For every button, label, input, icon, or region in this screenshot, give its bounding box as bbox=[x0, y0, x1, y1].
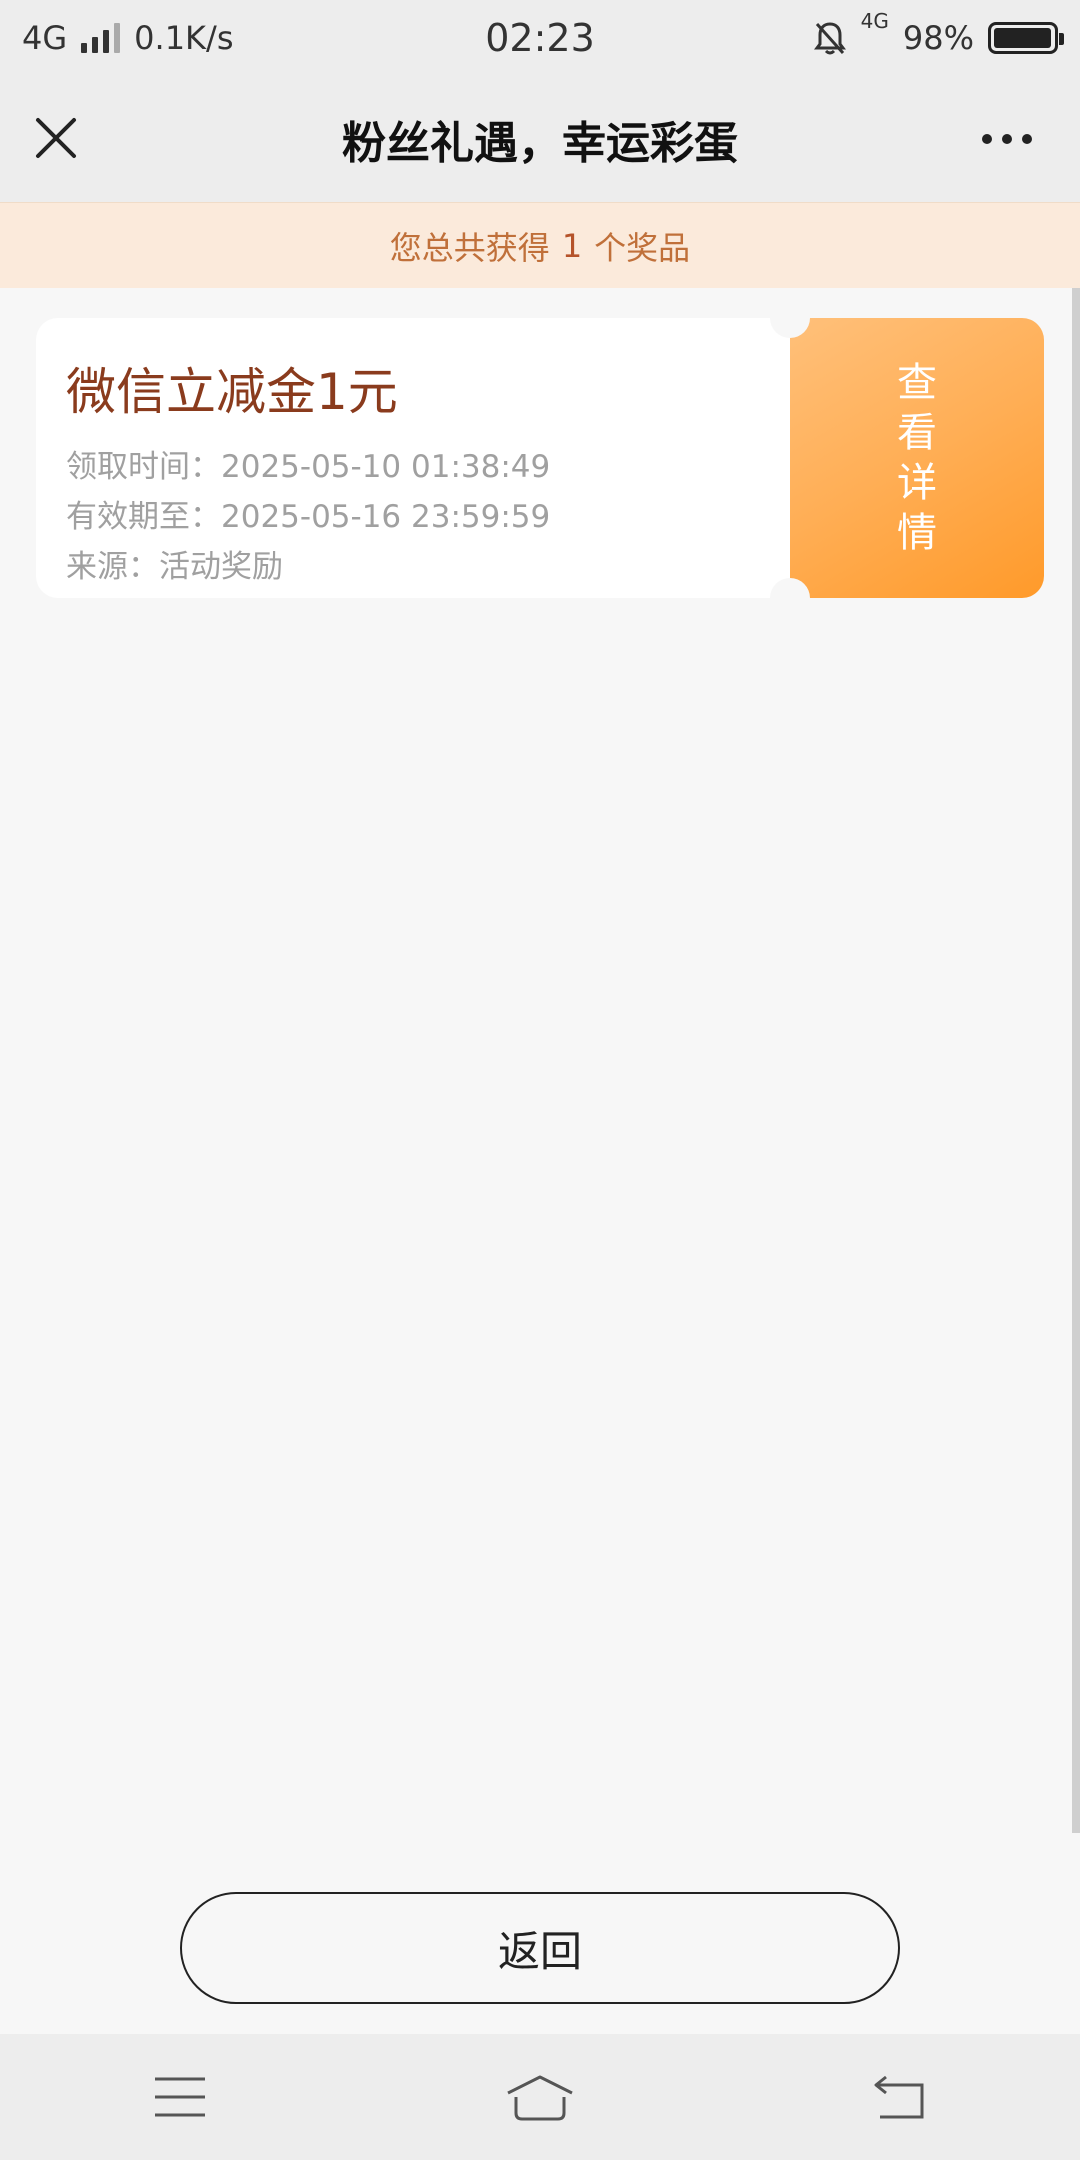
prize-count: 1 bbox=[561, 226, 583, 265]
more-icon[interactable] bbox=[982, 134, 1032, 144]
banner-prefix: 您总共获得 bbox=[389, 228, 550, 267]
close-icon[interactable] bbox=[30, 112, 82, 164]
nav-bar: 粉丝礼遇，幸运彩蛋 bbox=[0, 76, 1080, 202]
coupon-notch-bottom bbox=[770, 578, 810, 618]
view-details-label: 查看详情 bbox=[897, 360, 937, 556]
coupon-card: 微信立减金1元 领取时间：2025-05-10 01:38:49 有效期至：20… bbox=[36, 298, 1044, 618]
battery-icon bbox=[988, 22, 1064, 54]
back-arrow-icon bbox=[874, 2075, 924, 2119]
view-details-button[interactable]: 查看详情 bbox=[790, 318, 1044, 598]
page-title: 粉丝礼遇，幸运彩蛋 bbox=[342, 118, 738, 169]
home-button[interactable] bbox=[495, 2062, 585, 2132]
back-button[interactable]: 返回 bbox=[180, 1892, 900, 2004]
banner-suffix: 个奖品 bbox=[594, 228, 691, 267]
coupon-source: 来源：活动奖励 bbox=[66, 549, 283, 585]
signal-icon bbox=[81, 23, 121, 53]
status-left: 4G 0.1K/s bbox=[22, 19, 813, 57]
coupon-notch-top bbox=[770, 298, 810, 338]
system-nav-bar bbox=[0, 2034, 1080, 2160]
coupon-info: 微信立减金1元 领取时间：2025-05-10 01:38:49 有效期至：20… bbox=[36, 318, 790, 598]
scrollbar[interactable] bbox=[1072, 288, 1080, 1833]
bell-muted-icon bbox=[813, 22, 846, 55]
menu-icon bbox=[155, 2077, 205, 2117]
network-type: 4G bbox=[22, 19, 68, 57]
coupon-valid-until: 有效期至：2025-05-16 23:59:59 bbox=[66, 499, 551, 535]
status-bar: 4G 0.1K/s 02:23 4G 98% bbox=[0, 0, 1080, 76]
coupon-received-time: 领取时间：2025-05-10 01:38:49 bbox=[66, 449, 551, 485]
status-right: 4G 98% bbox=[813, 11, 1064, 57]
network-type-right: 4G bbox=[860, 9, 889, 33]
battery-percent: 98% bbox=[902, 19, 974, 57]
network-speed: 0.1K/s bbox=[134, 19, 234, 57]
home-icon bbox=[507, 2075, 573, 2121]
menu-button[interactable] bbox=[135, 2062, 225, 2132]
back-nav-button[interactable] bbox=[855, 2062, 945, 2132]
prize-count-banner: 您总共获得 1 个奖品 bbox=[0, 202, 1080, 288]
coupon-title: 微信立减金1元 bbox=[66, 363, 398, 421]
